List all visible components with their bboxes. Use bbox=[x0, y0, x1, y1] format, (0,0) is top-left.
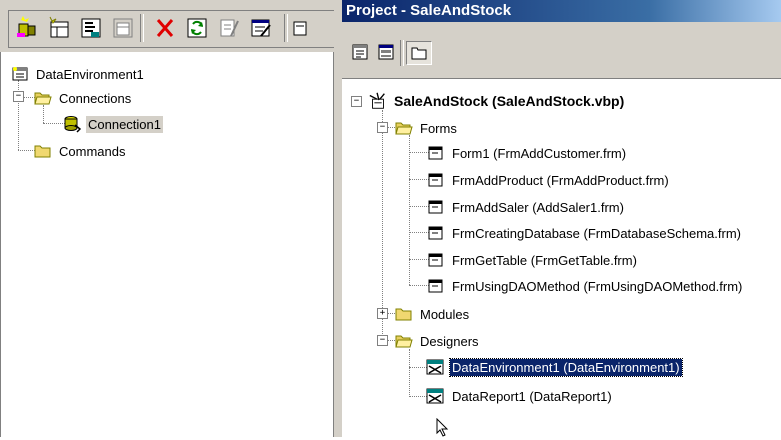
tree-label: Commands bbox=[59, 143, 126, 159]
form-icon bbox=[426, 171, 446, 189]
tree-node-modules[interactable]: Modules bbox=[394, 304, 471, 324]
designer-toolbar bbox=[0, 0, 339, 52]
add-command-icon[interactable] bbox=[44, 13, 74, 43]
folder-icon bbox=[394, 305, 414, 323]
tree-label: SaleAndStock (SaleAndStock.vbp) bbox=[394, 93, 625, 109]
tree-label: FrmAddSaler (AddSaler1.frm) bbox=[452, 199, 624, 215]
tree-node-form[interactable]: FrmCreatingDatabase (FrmDatabaseSchema.f… bbox=[426, 223, 743, 243]
view-code-icon[interactable] bbox=[348, 41, 372, 63]
tree-node-designer[interactable]: DataReport1 (DataReport1) bbox=[426, 386, 614, 406]
refresh-icon[interactable] bbox=[182, 13, 212, 43]
vb-project-icon bbox=[368, 92, 388, 110]
tree-label: DataEnvironment1 bbox=[36, 66, 144, 82]
collapse-forms[interactable]: − bbox=[377, 122, 388, 133]
open-folder-icon bbox=[394, 119, 414, 137]
tree-node-dataenvironment1[interactable]: DataEnvironment1 bbox=[10, 64, 146, 84]
view-object-icon[interactable] bbox=[374, 41, 398, 63]
tree-node-form[interactable]: Form1 (FrmAddCustomer.frm) bbox=[426, 143, 628, 163]
window-title: Project - SaleAndStock bbox=[346, 2, 512, 19]
project-toolbar bbox=[342, 22, 781, 79]
tree-label: Connections bbox=[59, 90, 132, 106]
tree-label: FrmCreatingDatabase (FrmDatabaseSchema.f… bbox=[452, 225, 741, 241]
tree-label: DataReport1 (DataReport1) bbox=[452, 388, 612, 404]
data-environment-designer: DataEnvironment1 − Connections Connectio… bbox=[0, 0, 339, 437]
connection-icon bbox=[62, 115, 82, 133]
delete-icon[interactable] bbox=[150, 13, 180, 43]
form-icon bbox=[426, 198, 446, 216]
options-icon[interactable] bbox=[290, 13, 330, 43]
tree-node-forms[interactable]: Forms bbox=[394, 118, 459, 138]
tree-node-connection1[interactable]: Connection1 bbox=[62, 114, 163, 134]
tree-node-designer-selected[interactable]: DataEnvironment1 (DataEnvironment1) bbox=[426, 357, 683, 377]
tree-label: Connection1 bbox=[86, 115, 163, 133]
properties-icon[interactable] bbox=[246, 13, 276, 43]
folder-icon bbox=[33, 142, 53, 160]
project-explorer: Project - SaleAndStock − SaleAndStock (S… bbox=[342, 0, 781, 437]
designer-icon bbox=[426, 358, 446, 376]
collapse-project[interactable]: − bbox=[351, 96, 362, 107]
tree-label: Designers bbox=[420, 333, 479, 349]
tree-node-connections[interactable]: Connections bbox=[33, 88, 133, 108]
data-environment-icon bbox=[10, 65, 30, 83]
tree-label: Modules bbox=[420, 306, 470, 322]
tree-node-form[interactable]: FrmAddSaler (AddSaler1.frm) bbox=[426, 197, 626, 217]
design-icon[interactable] bbox=[214, 13, 244, 43]
form-icon bbox=[426, 224, 446, 242]
window-divider[interactable] bbox=[334, 0, 342, 437]
tree-label: Forms bbox=[420, 120, 457, 136]
open-folder-icon bbox=[33, 89, 53, 107]
add-connection-icon[interactable] bbox=[12, 13, 42, 43]
designer-icon bbox=[426, 387, 446, 405]
tree-node-form[interactable]: FrmUsingDAOMethod (FrmUsingDAOMethod.frm… bbox=[426, 276, 744, 296]
tree-node-commands[interactable]: Commands bbox=[33, 141, 127, 161]
tree-node-form[interactable]: FrmAddProduct (FrmAddProduct.frm) bbox=[426, 170, 671, 190]
tree-node-designers[interactable]: Designers bbox=[394, 331, 481, 351]
toggle-folders-icon[interactable] bbox=[406, 41, 432, 65]
open-folder-icon bbox=[394, 332, 414, 350]
add-child-command-icon[interactable] bbox=[108, 13, 138, 43]
expand-modules[interactable]: + bbox=[377, 308, 388, 319]
title-bar[interactable]: Project - SaleAndStock bbox=[342, 0, 781, 22]
tree-node-form[interactable]: FrmGetTable (FrmGetTable.frm) bbox=[426, 250, 639, 270]
collapse-designers[interactable]: − bbox=[377, 335, 388, 346]
form-icon bbox=[426, 251, 446, 269]
tree-label: DataEnvironment1 (DataEnvironment1) bbox=[449, 357, 683, 377]
tree-label: FrmAddProduct (FrmAddProduct.frm) bbox=[452, 172, 669, 188]
form-icon bbox=[426, 144, 446, 162]
tree-label: Form1 (FrmAddCustomer.frm) bbox=[452, 145, 627, 161]
insert-stored-procedures-icon[interactable] bbox=[76, 13, 106, 43]
form-icon bbox=[426, 277, 446, 295]
tree-label: FrmUsingDAOMethod (FrmUsingDAOMethod.frm… bbox=[452, 278, 743, 294]
tree-label: FrmGetTable (FrmGetTable.frm) bbox=[452, 252, 637, 268]
tree-node-project[interactable]: SaleAndStock (SaleAndStock.vbp) bbox=[368, 91, 626, 111]
collapse-connections[interactable]: − bbox=[13, 91, 24, 102]
